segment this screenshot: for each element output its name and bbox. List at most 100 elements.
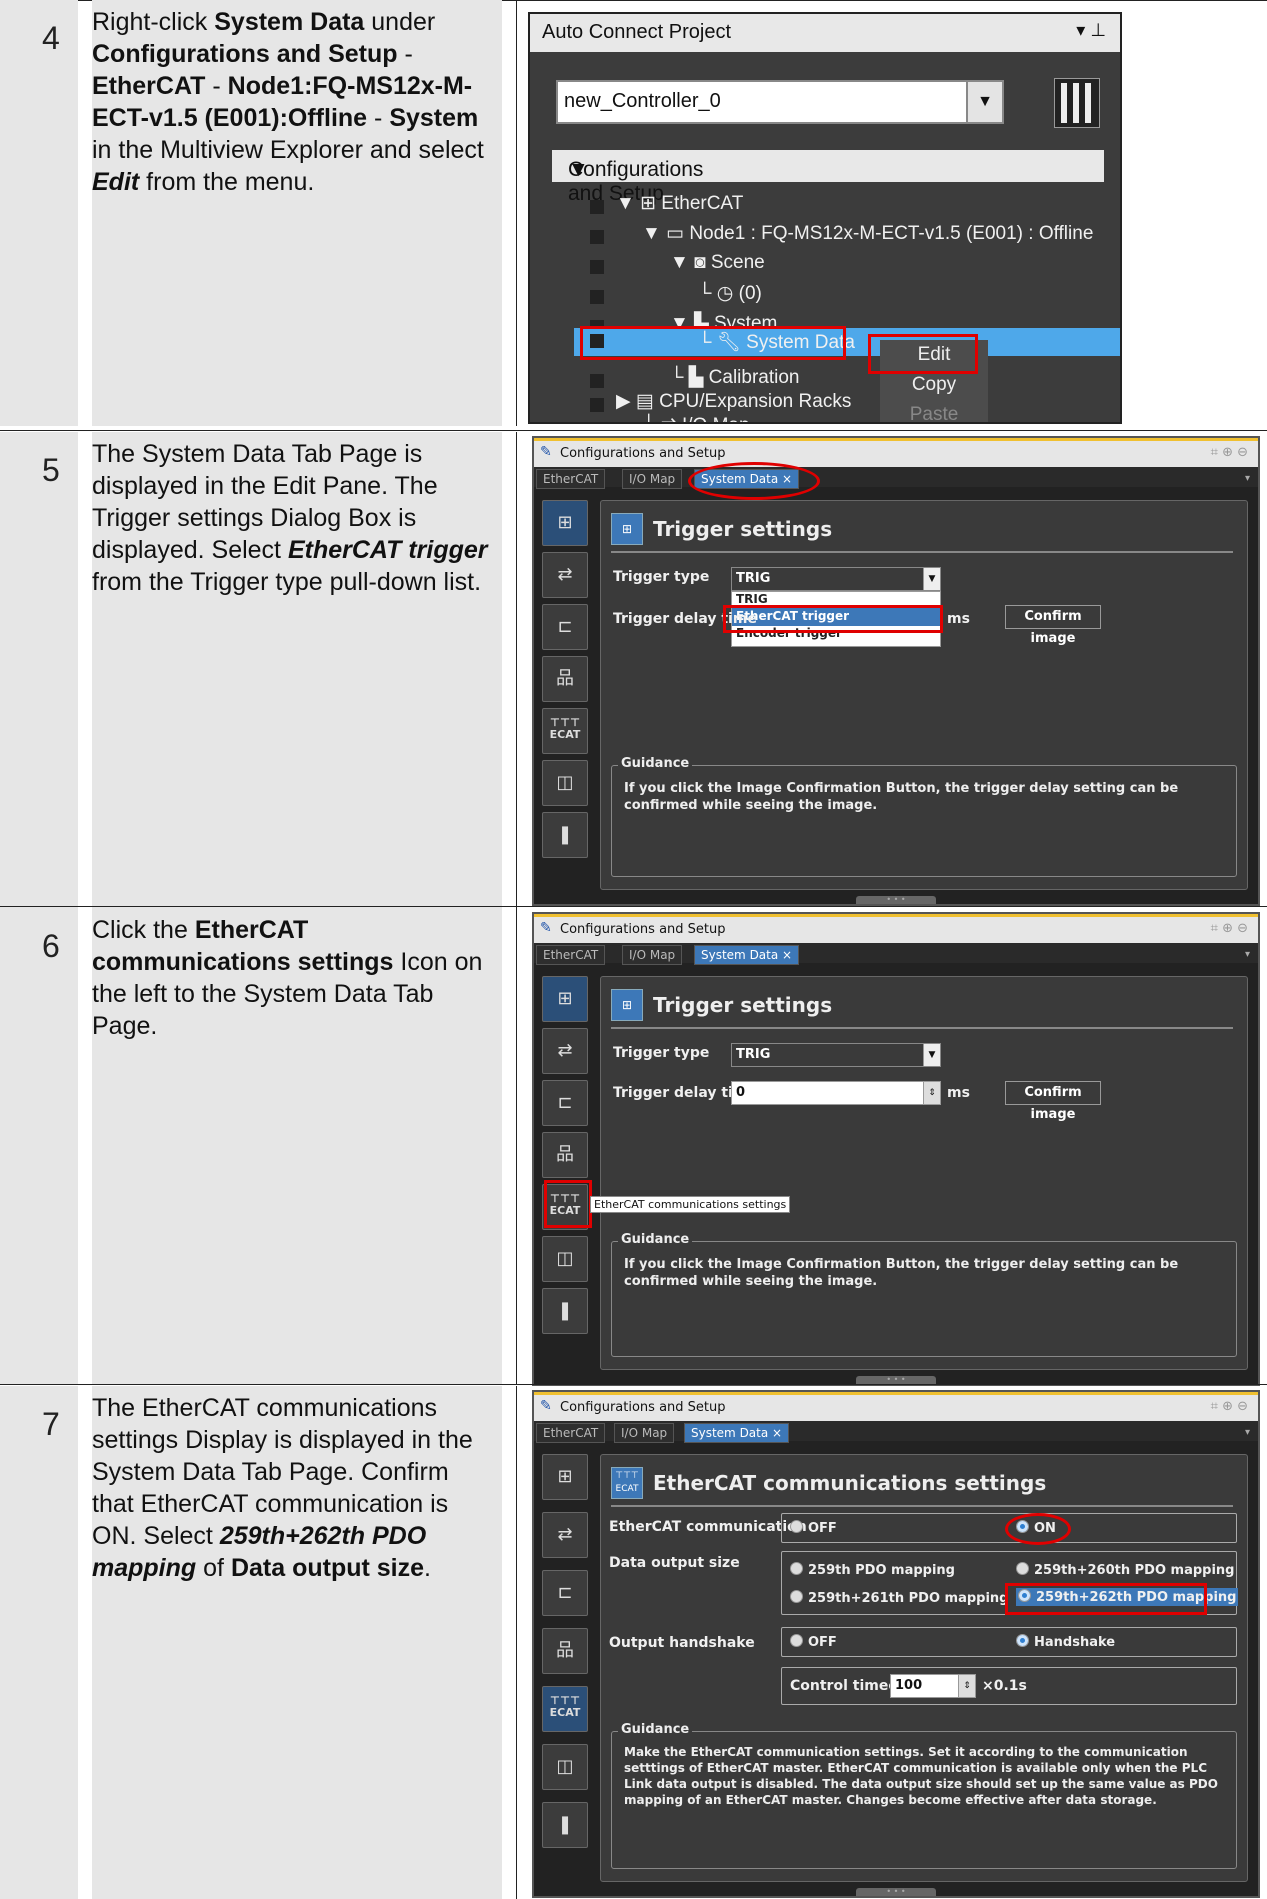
chevron-down-icon[interactable]: ▼: [923, 568, 940, 590]
network-settings-icon[interactable]: 品: [542, 1628, 588, 1674]
image-view-icon[interactable]: ❚: [542, 1288, 588, 1334]
radio-259th-261th[interactable]: 259th+261th PDO mapping: [790, 1590, 1008, 1606]
configurations-setup-node[interactable]: ▼ Configurations and Setup: [552, 150, 1104, 205]
network-settings-icon[interactable]: 品: [542, 1132, 588, 1178]
image-confirm-icon[interactable]: ◫: [542, 760, 588, 806]
control-timeout-input[interactable]: 100 ⇕: [890, 1674, 976, 1698]
tab-io-map[interactable]: I/O Map: [622, 945, 683, 965]
radio-handshake-on[interactable]: Handshake: [1016, 1634, 1115, 1650]
io-settings-icon[interactable]: ⊏: [542, 1080, 588, 1126]
trigger-settings-icon[interactable]: ⊞: [542, 500, 588, 546]
timeout-unit: ×0.1s: [982, 1678, 1027, 1694]
tab-strip: EtherCAT I/O Map System Data × ▾: [534, 1421, 1258, 1443]
spin-icon[interactable]: ⇕: [958, 1675, 975, 1697]
io-settings-icon[interactable]: ⊏: [542, 1570, 588, 1616]
tree-item-calibration[interactable]: └ ▙ Calibration: [670, 366, 799, 389]
tab-ethercat[interactable]: EtherCAT: [536, 945, 606, 965]
trigger-delay-input[interactable]: 0 ⇕: [731, 1081, 941, 1105]
close-icon[interactable]: ×: [772, 1426, 782, 1440]
menu-item-paste[interactable]: Paste: [880, 404, 988, 422]
highlight-box: [1005, 1583, 1207, 1615]
close-icon[interactable]: ×: [782, 948, 792, 962]
tab-list-icon[interactable]: ▾: [1245, 1427, 1250, 1438]
step-number-cell: [0, 432, 78, 908]
ethercat-settings-panel: ⊤⊤⊤ ECAT EtherCAT communications settings…: [600, 1454, 1248, 1882]
tree-item-scene-0[interactable]: └ ◷ (0): [698, 282, 762, 305]
input-value: 100: [895, 1678, 923, 1693]
tab-system-data[interactable]: System Data ×: [684, 1423, 790, 1443]
tree-item-ethercat[interactable]: ▼ ⊞ EtherCAT: [616, 192, 743, 215]
step-number-cell: [0, 1386, 78, 1899]
tab-list-icon[interactable]: ▾: [1245, 949, 1250, 960]
menu-item-copy[interactable]: Copy: [880, 374, 988, 396]
output-settings-icon[interactable]: ⇄: [542, 1028, 588, 1074]
trigger-type-select[interactable]: TRIG ▼: [731, 567, 941, 591]
confirm-image-button[interactable]: Confirm image: [1005, 605, 1101, 646]
image-confirm-icon[interactable]: ◫: [542, 1744, 588, 1790]
image-view-icon[interactable]: ❚: [542, 812, 588, 858]
tab-ethercat[interactable]: EtherCAT: [536, 469, 606, 489]
ethercat-settings-icon[interactable]: ⊤⊤⊤ ECAT: [542, 708, 588, 754]
tree-item-node1[interactable]: ▼ ▭ Node1 : FQ-MS12x-M-ECT-v1.5 (E001) :…: [642, 222, 1093, 245]
output-settings-icon[interactable]: ⇄: [542, 552, 588, 598]
tab-io-map[interactable]: I/O Map: [614, 1423, 675, 1443]
tree-item-cpu-racks[interactable]: ▶ ▤ CPU/Expansion Racks: [616, 390, 851, 413]
image-confirm-icon[interactable]: ◫: [542, 1236, 588, 1282]
io-settings-icon[interactable]: ⊏: [542, 604, 588, 650]
scene-item-icon: ◷: [716, 283, 734, 304]
radio-handshake-off[interactable]: OFF: [790, 1634, 837, 1650]
radio-259th-260th[interactable]: 259th+260th PDO mapping: [1016, 1562, 1234, 1578]
ethercat-settings-icon[interactable]: ⊤⊤⊤ ECAT: [542, 1686, 588, 1732]
chevron-down-icon[interactable]: ▼: [923, 1044, 940, 1066]
tab-list-icon[interactable]: ▾: [1245, 473, 1250, 484]
dropdown-arrow-icon[interactable]: ▼: [966, 82, 1002, 122]
wrench-icon: ✎: [540, 1398, 552, 1414]
output-settings-icon[interactable]: ⇄: [542, 1512, 588, 1558]
pin-icon[interactable]: ▾ ⊥: [1076, 20, 1106, 41]
tab-strip: EtherCAT I/O Map System Data × ▾: [534, 467, 1258, 489]
text: -: [374, 104, 383, 132]
ethercat-settings-icon: ⊤⊤⊤ ECAT: [611, 1467, 643, 1499]
tab-io-map[interactable]: I/O Map: [622, 469, 683, 489]
tree-item-io-map[interactable]: └ ⇄ I/O Map: [642, 414, 750, 422]
tab-system-data[interactable]: System Data ×: [694, 945, 800, 965]
radio-comm-off[interactable]: OFF: [790, 1520, 837, 1536]
tooltip: EtherCAT communications settings: [590, 1196, 791, 1213]
radio-259th[interactable]: 259th PDO mapping: [790, 1562, 955, 1578]
resize-grip[interactable]: • • •: [856, 896, 936, 904]
image-view-icon[interactable]: ❚: [542, 1802, 588, 1848]
trigger-settings-icon[interactable]: ⊞: [542, 1454, 588, 1500]
radio-icon: [790, 1520, 803, 1533]
tree-label: Scene: [710, 252, 765, 273]
zoom-icons[interactable]: ⌗ ⊕ ⊖: [1211, 445, 1248, 460]
window-title-bar: ✎ Configurations and Setup ⌗ ⊕ ⊖: [534, 1392, 1258, 1421]
option-trig[interactable]: TRIG: [736, 592, 768, 606]
network-settings-icon[interactable]: 品: [542, 656, 588, 702]
controller-select[interactable]: new_Controller_0 ▼: [556, 80, 1004, 124]
resize-grip[interactable]: • • •: [856, 1376, 936, 1384]
step-5-description: The System Data Tab Page is displayed in…: [92, 438, 492, 598]
trigger-type-select[interactable]: TRIG ▼: [731, 1043, 941, 1067]
trigger-settings-icon[interactable]: ⊞: [542, 976, 588, 1022]
radio-label: 259th+260th PDO mapping: [1034, 1563, 1235, 1578]
spin-icon[interactable]: ⇕: [923, 1082, 940, 1104]
tab-ethercat[interactable]: EtherCAT: [536, 1423, 606, 1443]
system-data-window: ✎ Configurations and Setup ⌗ ⊕ ⊖ EtherCA…: [532, 436, 1260, 906]
tree-item-scene[interactable]: ▼ ◙ Scene: [670, 252, 765, 274]
step-number-cell: [0, 0, 78, 426]
zoom-icons[interactable]: ⌗ ⊕ ⊖: [1211, 921, 1248, 936]
guidance-text: Make the EtherCAT communication settings…: [624, 1745, 1218, 1807]
output-handshake-group: OFF Handshake: [781, 1627, 1237, 1657]
radio-label: OFF: [808, 1521, 837, 1536]
step-4-row: 4 Right-click System Data under Configur…: [0, 0, 1267, 426]
text: .: [424, 1554, 431, 1582]
zoom-icons[interactable]: ⌗ ⊕ ⊖: [1211, 1399, 1248, 1414]
step-description-cell: The EtherCAT communications settings Dis…: [92, 1386, 502, 1899]
resize-grip[interactable]: • • •: [856, 1888, 936, 1896]
radio-icon: [790, 1590, 803, 1603]
bold-term: Configurations and Setup: [92, 40, 398, 68]
panel-header: ⊤⊤⊤ ECAT EtherCAT communications settings: [611, 1465, 1233, 1507]
tree-label: (0): [738, 283, 762, 304]
ethercat-communication-label: EtherCAT communication: [609, 1519, 807, 1535]
confirm-image-button[interactable]: Confirm image: [1005, 1081, 1101, 1122]
